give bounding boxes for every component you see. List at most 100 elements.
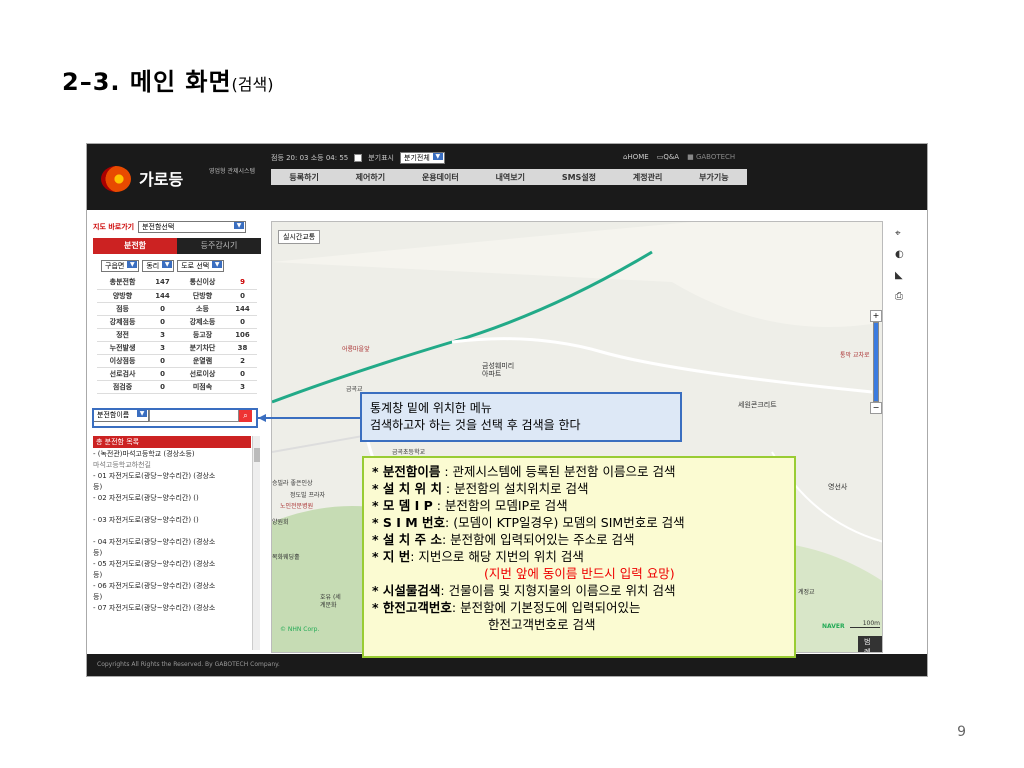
realtime-traffic-button[interactable]: 실시간교통: [278, 230, 321, 244]
map-type-icon[interactable]: ⌖: [895, 228, 904, 239]
nav-sms-settings[interactable]: SMS설정: [562, 172, 596, 183]
tab-distribution-box[interactable]: 분전함: [93, 238, 177, 254]
stats-cell: 이상점등: [97, 354, 149, 368]
logo-tag: 영업형 관제시스템: [209, 168, 256, 175]
search-type-line: * S I M 번호: (모뎀이 KTP일경우) 모뎀의 SIM번호로 검색: [372, 514, 786, 531]
nav-extra[interactable]: 부가기능: [699, 172, 728, 183]
nav-register[interactable]: 등록하기: [289, 172, 318, 183]
search-type-desc: : 분전함에 입력되어있는 주소로 검색: [441, 532, 635, 547]
search-type-key: * S I M 번호: [372, 515, 446, 530]
list-item[interactable]: - 05 자전거도로(광당~양수리간) (경상소: [93, 559, 251, 570]
tab-pole-monitor[interactable]: 등주감시기: [177, 238, 261, 254]
print-icon[interactable]: ⎙: [895, 291, 904, 302]
stats-row: 강제점등 0 강제소등 0: [97, 315, 257, 329]
map-label-tongmak: 통막 교차로: [840, 352, 870, 359]
map-label-mokhwa: 목화웨딩홀: [272, 554, 300, 561]
list-item[interactable]: - 07 자전거도로(광당~양수리간) (경상소: [93, 603, 251, 614]
app-header: 가로등 영업형 관제시스템 점등 20: 03 소등 04: 55 분기표시 분…: [87, 144, 927, 210]
legend-button[interactable]: 범례: [858, 636, 882, 652]
company-link[interactable]: ■ GABOTECH: [687, 153, 735, 161]
stats-row: 양방향 144 단방향 0: [97, 289, 257, 303]
search-type-line: * 한전고객번호: 분전함에 기본정도에 입력되어있는: [372, 599, 786, 616]
app-logo[interactable]: 가로등 영업형 관제시스템: [101, 162, 266, 196]
search-type-line: (지번 앞에 동이름 반드시 입력 요망): [484, 566, 675, 581]
map-label-jeongdo: 정도빌 프라자: [290, 492, 326, 499]
panel-tabs: 분전함 등주감시기: [93, 238, 261, 254]
qa-link[interactable]: ▭Q&A: [657, 153, 679, 161]
zoom-slider[interactable]: [873, 322, 879, 402]
search-type-desc: : 건물이름 및 지형지물의 이름으로 위치 검색: [440, 583, 676, 598]
map-label-eoryong: 어룡마을앞: [342, 346, 370, 353]
stats-row: 점검중 0 미점속 3: [97, 380, 257, 394]
zoom-in-button[interactable]: +: [870, 310, 882, 322]
filter-village-select[interactable]: 동리: [142, 260, 175, 272]
filter-district-select[interactable]: 구읍면: [101, 260, 140, 272]
search-type-desc: : 분전함의 모뎀IP로 검색: [432, 498, 568, 513]
list-item[interactable]: - 03 자전거도로(광당~양수리간) (): [93, 515, 251, 526]
list-item[interactable]: - 04 자전거도로(광당~양수리간) (경상소: [93, 537, 251, 548]
stats-cell: 선로검사: [97, 367, 149, 381]
stats-cell: 운열램: [176, 354, 229, 368]
stats-cell: 점등: [97, 302, 149, 316]
distribution-box-list: - (녹전관)마석고등학교 (경상소등) 마석고등학교하천길 - 01 자전거도로(…: [93, 449, 251, 614]
filter-road-select[interactable]: 도로 선택: [177, 260, 225, 272]
nav-history[interactable]: 내역보기: [496, 172, 525, 183]
list-item[interactable]: - 02 자전거도로(광당~양수리간) (): [93, 493, 251, 504]
satellite-icon[interactable]: ◐: [895, 249, 904, 260]
search-type-key: * 설 치 위 치: [372, 481, 442, 496]
stats-cell: 0: [228, 315, 257, 329]
stats-cell: 9: [228, 276, 257, 290]
map-zoom-control: + −: [870, 310, 882, 414]
search-type-line: * 시설물검색: 건물이름 및 지형지물의 이름으로 위치 검색: [372, 582, 786, 599]
stats-cell: 3: [228, 380, 257, 394]
list-item[interactable]: [93, 526, 251, 537]
list-item[interactable]: [93, 504, 251, 515]
map-label-yeongseonsa: 영선사: [828, 483, 848, 491]
zoom-out-button[interactable]: −: [870, 402, 882, 414]
top-links: ⌂HOME ▭Q&A ■ GABOTECH: [623, 153, 735, 161]
search-type-desc: : 관제시스템에 등록된 분전함 이름으로 검색: [440, 464, 676, 479]
map-label-yangwon: 양원회: [272, 519, 289, 526]
list-item[interactable]: - 06 자전거도로(광당~양수리간) (경상소: [93, 581, 251, 592]
stats-cell: 분기차단: [176, 341, 229, 355]
stats-cell: 38: [228, 341, 257, 355]
search-type-key: * 지 번: [372, 549, 411, 564]
list-item[interactable]: 등): [93, 548, 251, 559]
list-item[interactable]: 등): [93, 482, 251, 493]
stats-row: 점등 0 소등 144: [97, 302, 257, 316]
home-link[interactable]: ⌂HOME: [623, 153, 649, 161]
list-scrollbar[interactable]: [252, 436, 260, 650]
search-types-callout: * 분전함이름 : 관제시스템에 등록된 분전함 이름으로 검색 * 설 치 위 …: [362, 456, 796, 658]
naver-logo: NAVER: [822, 623, 845, 630]
search-type-line: 한전고객번호로 검색: [488, 617, 596, 632]
stats-cell: 147: [148, 276, 177, 290]
nav-account[interactable]: 계정관리: [633, 172, 662, 183]
list-item[interactable]: - (녹전관)마석고등학교 (경상소등): [93, 449, 251, 460]
list-item[interactable]: 마석고등학교하천길: [93, 460, 251, 471]
arrow-icon[interactable]: ◣: [895, 270, 904, 281]
nav-operation-data[interactable]: 운용데이터: [422, 172, 459, 183]
stats-cell: 총분전함: [97, 276, 149, 290]
branch-select[interactable]: 분기전체: [400, 152, 445, 164]
list-item[interactable]: 등): [93, 592, 251, 603]
stats-cell: 강제점등: [97, 315, 149, 329]
stats-cell: 등고장: [176, 328, 229, 342]
map-jump-select[interactable]: 분전함선택: [138, 221, 247, 233]
stats-cell: 단방향: [176, 289, 229, 303]
region-filters: 구읍면 동리 도로 선택: [101, 260, 261, 272]
stats-cell: 0: [148, 354, 177, 368]
branch-checkbox[interactable]: [354, 154, 363, 162]
logo-swirl-icon: [101, 166, 131, 192]
stats-table: 총분전함 147 통신이상 9 양방향 144 단방향 0 점등 0 소등 144 강제점등 0 강제소등 0…: [97, 276, 257, 394]
branch-label: 분기표시: [368, 154, 394, 162]
stats-cell: 양방향: [97, 289, 149, 303]
stats-row: 정전 3 등고장 106: [97, 328, 257, 342]
map-scale: 100m: [850, 620, 880, 628]
map-label-seowon: 세원콘크리트: [738, 401, 777, 409]
scrollbar-thumb[interactable]: [254, 448, 260, 462]
list-item[interactable]: - 01 자전거도로(광당~양수리간) (경상소: [93, 471, 251, 482]
stats-row: 이상점등 0 운열램 2: [97, 354, 257, 368]
nav-control[interactable]: 제어하기: [356, 172, 385, 183]
search-type-desc: : 지번으로 해당 지번의 위치 검색: [410, 549, 584, 564]
list-item[interactable]: 등): [93, 570, 251, 581]
